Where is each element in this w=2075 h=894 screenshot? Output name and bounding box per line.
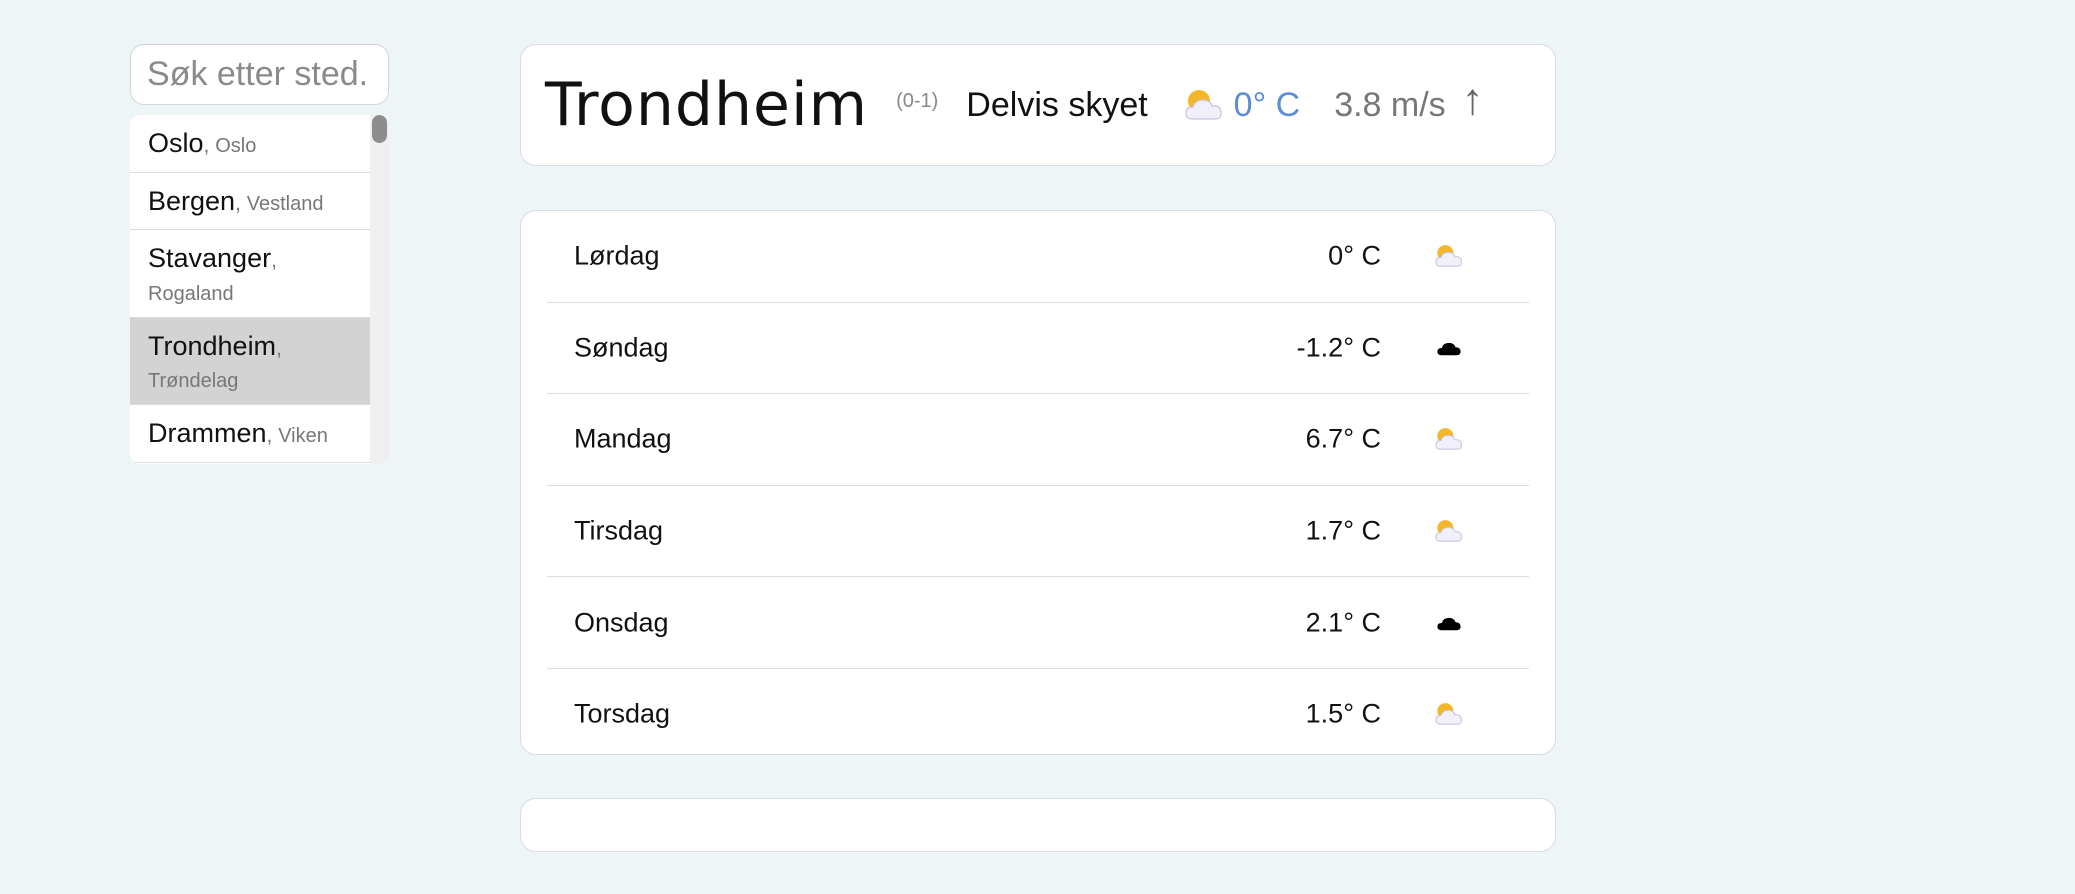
extra-info-card xyxy=(520,798,1556,852)
cloud-icon xyxy=(1433,608,1465,638)
suggestion-city: Bergen xyxy=(148,185,236,216)
scrollbar-thumb[interactable] xyxy=(372,115,387,143)
suggestion-separator: , xyxy=(271,249,277,272)
suggestion-item[interactable]: Trondheim, Trøndelag xyxy=(130,317,370,405)
suggestion-region: Rogaland xyxy=(148,282,234,305)
partly-cloudy-icon xyxy=(1433,516,1465,546)
suggestion-region: Vestland xyxy=(246,192,324,215)
forecast-temperature: -1.2° C xyxy=(1296,332,1381,363)
location-sidebar: Oslo, OsloBergen, VestlandStavanger, Rog… xyxy=(130,44,389,464)
suggestion-item[interactable]: Drammen, Viken xyxy=(130,405,370,463)
suggestion-item[interactable]: Stavanger, Rogaland xyxy=(130,230,370,318)
partly-cloudy-icon xyxy=(1433,424,1465,454)
forecast-temperature: 1.7° C xyxy=(1305,515,1381,546)
suggestion-region: Oslo xyxy=(215,135,257,157)
cloud-icon xyxy=(1433,333,1465,363)
forecast-row: Lørdag 0° C xyxy=(547,211,1529,303)
forecast-day: Mandag xyxy=(574,423,672,454)
forecast-day: Lørdag xyxy=(574,240,660,271)
forecast-row: Mandag 6.7° C xyxy=(547,394,1529,486)
location-code: (0-1) xyxy=(896,89,939,112)
suggestion-list: Oslo, Oslo Bergen, Vestland Stavanger, Rog… xyxy=(130,115,370,464)
forecast-row: Onsdag 2.1° C xyxy=(547,577,1529,669)
forecast-day: Torsdag xyxy=(574,698,671,729)
forecast-card: Lørdag 0° C Søndag -1.2° C Mandag 6.7° C Tirsd… xyxy=(520,210,1556,755)
forecast-row: Torsdag 1.5° C xyxy=(547,669,1529,760)
suggestion-item[interactable]: Sk xyxy=(130,463,370,465)
forecast-row: Søndag -1.2° C xyxy=(547,303,1529,395)
suggestion-separator: , xyxy=(203,134,216,157)
current-weather-card: Trondheim (0-1) Delvis skyet 0° C 3.8 m/… xyxy=(520,44,1556,166)
suggestion-item[interactable]: Bergen, Vestland xyxy=(130,173,370,230)
forecast-temperature: 2.1° C xyxy=(1305,607,1381,638)
weather-condition: Delvis skyet xyxy=(966,85,1148,124)
wind-direction-arrow-icon: ↑ xyxy=(1461,75,1484,124)
suggestion-separator: , xyxy=(276,336,282,360)
current-temperature: 0° C xyxy=(1233,85,1301,124)
city-title: Trondheim xyxy=(545,70,869,140)
forecast-day: Onsdag xyxy=(574,607,669,638)
location-suggestions: Oslo, Oslo Bergen, Vestland Stavanger, Rog… xyxy=(130,115,389,464)
wind-speed: 3.8 m/s xyxy=(1334,85,1446,124)
forecast-day: Søndag xyxy=(574,332,669,363)
suggestion-region: Viken xyxy=(278,425,328,447)
forecast-temperature: 6.7° C xyxy=(1305,423,1381,454)
suggestion-city: Trondheim xyxy=(148,330,277,361)
suggestion-city: Stavanger xyxy=(148,243,272,273)
forecast-row: Tirsdag 1.7° C xyxy=(547,486,1529,578)
location-search-input[interactable] xyxy=(130,44,389,105)
suggestion-city: Drammen xyxy=(148,418,267,448)
suggestions-scrollbar[interactable] xyxy=(370,115,389,464)
suggestion-region: Trøndelag xyxy=(148,370,239,392)
suggestion-separator: , xyxy=(235,191,247,215)
forecast-day: Tirsdag xyxy=(574,515,664,546)
forecast-temperature: 0° C xyxy=(1328,240,1381,271)
forecast-temperature: 1.5° C xyxy=(1305,698,1381,729)
suggestion-separator: , xyxy=(266,424,279,447)
partly-cloudy-icon xyxy=(1433,699,1465,729)
partly-cloudy-icon xyxy=(1433,241,1465,271)
suggestion-city: Oslo xyxy=(148,128,204,158)
partly-cloudy-icon xyxy=(1182,85,1226,125)
suggestion-item[interactable]: Oslo, Oslo xyxy=(130,115,370,173)
